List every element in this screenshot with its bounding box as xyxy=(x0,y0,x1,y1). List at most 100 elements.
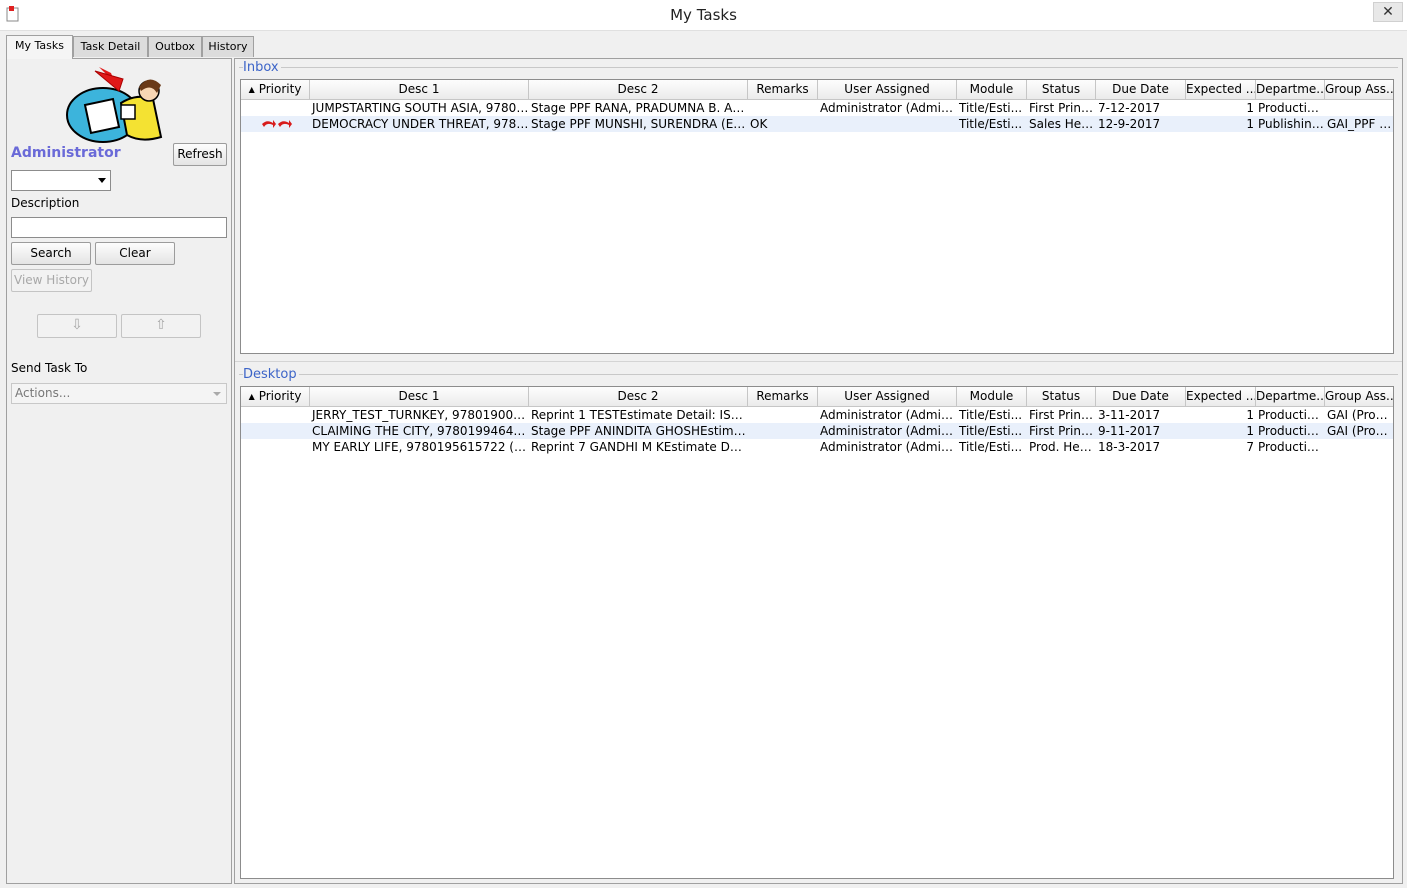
filter-dropdown[interactable] xyxy=(11,170,111,191)
actions-select-value: Actions... xyxy=(15,386,71,400)
desc2-cell: Stage PPF MUNSHI, SURENDRA (ED.... xyxy=(531,117,748,131)
chevron-down-icon xyxy=(98,178,106,183)
inbox-col-desc2[interactable]: Desc 2 xyxy=(529,80,748,100)
status-cell: First Print ... xyxy=(1029,101,1096,115)
desktop-col-desc2[interactable]: Desc 2 xyxy=(529,387,748,407)
due-date-cell: 18-3-2017 xyxy=(1098,440,1161,454)
priority-cell xyxy=(241,423,310,439)
desktop-col-department[interactable]: Departme... xyxy=(1256,387,1325,407)
actions-select[interactable]: Actions... xyxy=(11,383,227,404)
desktop-col-user-assigned[interactable]: User Assigned xyxy=(818,387,957,407)
user-name-label: Administrator xyxy=(11,145,121,161)
tab-outbox[interactable]: Outbox xyxy=(148,36,202,57)
desktop-col-priority[interactable]: ▲ Priority xyxy=(241,387,310,407)
splitter[interactable] xyxy=(235,361,1402,362)
table-row[interactable]: JUMPSTARTING SOUTH ASIA, 97801... Stage … xyxy=(241,100,1393,116)
group-cell: GAI (Prod.... xyxy=(1327,408,1393,422)
title-bar: My Tasks ✕ xyxy=(0,0,1407,31)
chevron-down-icon xyxy=(213,392,221,396)
tab-my-tasks[interactable]: My Tasks xyxy=(6,35,73,59)
desktop-col-expected[interactable]: Expected ... xyxy=(1186,387,1256,407)
desc1-cell: MY EARLY LIFE, 9780195615722 (01... xyxy=(312,440,529,454)
description-input[interactable] xyxy=(11,217,227,238)
desc1-cell: JUMPSTARTING SOUTH ASIA, 97801... xyxy=(312,101,529,115)
desktop-col-due-date[interactable]: Due Date xyxy=(1096,387,1186,407)
inbox-col-module[interactable]: Module xyxy=(957,80,1027,100)
desc1-cell: DEMOCRACY UNDER THREAT, 9780... xyxy=(312,117,529,131)
inbox-col-remarks[interactable]: Remarks xyxy=(748,80,818,100)
left-panel: Administrator Refresh Description Search… xyxy=(6,58,232,884)
view-history-button[interactable]: View History xyxy=(11,269,92,292)
expected-cell: 1 xyxy=(1246,424,1254,438)
arrow-down-icon: ⇩ xyxy=(71,317,83,333)
desc2-cell: Stage PPF ANINDITA GHOSHEstimat... xyxy=(531,424,748,438)
close-button[interactable]: ✕ xyxy=(1373,2,1403,22)
remarks-cell xyxy=(748,100,818,116)
user-cell: Administrator (Admini... xyxy=(820,408,957,422)
module-cell: Title/Esti... xyxy=(959,117,1023,131)
inbox-col-priority[interactable]: ▲ Priority xyxy=(241,80,310,100)
inbox-col-department[interactable]: Departme... xyxy=(1256,80,1325,100)
user-cell: Administrator (Admini... xyxy=(820,101,957,115)
inbox-col-group[interactable]: Group Ass... xyxy=(1325,80,1393,100)
user-cell: Administrator (Admini... xyxy=(820,440,957,454)
tab-task-detail[interactable]: Task Detail xyxy=(73,36,148,57)
table-row[interactable]: CLAIMING THE CITY, 978019946479... Stage… xyxy=(241,423,1393,439)
move-down-button[interactable]: ⇩ xyxy=(37,314,117,338)
sort-ascending-icon: ▲ xyxy=(248,392,255,401)
refresh-button[interactable]: Refresh xyxy=(173,143,227,166)
inbox-col-due-date[interactable]: Due Date xyxy=(1096,80,1186,100)
department-cell: Productio... xyxy=(1258,101,1325,115)
expected-cell: 1 xyxy=(1246,408,1254,422)
table-row[interactable]: JERRY_TEST_TURNKEY, 9780190010... Reprin… xyxy=(241,407,1393,423)
department-cell: Publishing... xyxy=(1258,117,1325,131)
due-date-cell: 12-9-2017 xyxy=(1098,117,1161,131)
desktop-col-desc1[interactable]: Desc 1 xyxy=(310,387,529,407)
priority-cell xyxy=(241,439,310,455)
arrow-up-icon: ⇧ xyxy=(155,317,167,333)
desktop-title: Desktop xyxy=(243,367,299,382)
table-row[interactable]: DEMOCRACY UNDER THREAT, 9780... Stage PP… xyxy=(241,116,1393,132)
status-cell: Sales Hea... xyxy=(1029,117,1096,131)
move-up-button[interactable]: ⇧ xyxy=(121,314,201,338)
clear-button[interactable]: Clear xyxy=(95,242,175,265)
desc2-cell: Reprint 7 GANDHI M KEstimate Det... xyxy=(531,440,748,454)
description-label: Description xyxy=(11,196,80,210)
table-row[interactable]: MY EARLY LIFE, 9780195615722 (01... Repr… xyxy=(241,439,1393,455)
remarks-cell xyxy=(748,439,818,455)
desktop-col-remarks[interactable]: Remarks xyxy=(748,387,818,407)
desktop-col-group[interactable]: Group Ass... xyxy=(1325,387,1393,407)
priority-cell xyxy=(241,100,310,116)
desc2-cell: Reprint 1 TESTEstimate Detail: ISBN: ... xyxy=(531,408,748,422)
inbox-col-status[interactable]: Status xyxy=(1027,80,1096,100)
status-cell: Prod. Hea... xyxy=(1029,440,1096,454)
group-cell xyxy=(1325,100,1393,116)
desktop-table: ▲ Priority Desc 1 Desc 2 Remarks User Ass… xyxy=(240,386,1394,879)
due-date-cell: 3-11-2017 xyxy=(1098,408,1161,422)
window-title: My Tasks xyxy=(670,6,737,24)
desktop-col-status[interactable]: Status xyxy=(1027,387,1096,407)
search-button[interactable]: Search xyxy=(11,242,91,265)
inbox-col-user-assigned[interactable]: User Assigned xyxy=(818,80,957,100)
group-cell xyxy=(1325,439,1393,455)
remarks-cell: OK xyxy=(750,117,768,131)
due-date-cell: 9-11-2017 xyxy=(1098,424,1161,438)
desktop-col-module[interactable]: Module xyxy=(957,387,1027,407)
group-cell: GAI (Prod.... xyxy=(1327,424,1393,438)
desc2-cell: Stage PPF RANA, PRADUMNA B. AN... xyxy=(531,101,748,115)
module-cell: Title/Esti... xyxy=(959,440,1023,454)
status-cell: First Print ... xyxy=(1029,408,1096,422)
tab-history[interactable]: History xyxy=(202,36,254,57)
priority-cell xyxy=(241,116,310,132)
module-cell: Title/Esti... xyxy=(959,424,1023,438)
inbox-col-expected[interactable]: Expected ... xyxy=(1186,80,1256,100)
due-date-cell: 7-12-2017 xyxy=(1098,101,1161,115)
group-cell: GAI_PPF (... xyxy=(1327,117,1393,131)
status-cell: First Print ... xyxy=(1029,424,1096,438)
task-person-icon xyxy=(66,67,163,143)
department-cell: Productio... xyxy=(1258,440,1325,454)
inbox-table: ▲ Priority Desc 1 Desc 2 Remarks User Ass… xyxy=(240,79,1394,354)
inbox-col-desc1[interactable]: Desc 1 xyxy=(310,80,529,100)
user-cell xyxy=(818,116,957,132)
department-cell: Productio... xyxy=(1258,424,1325,438)
